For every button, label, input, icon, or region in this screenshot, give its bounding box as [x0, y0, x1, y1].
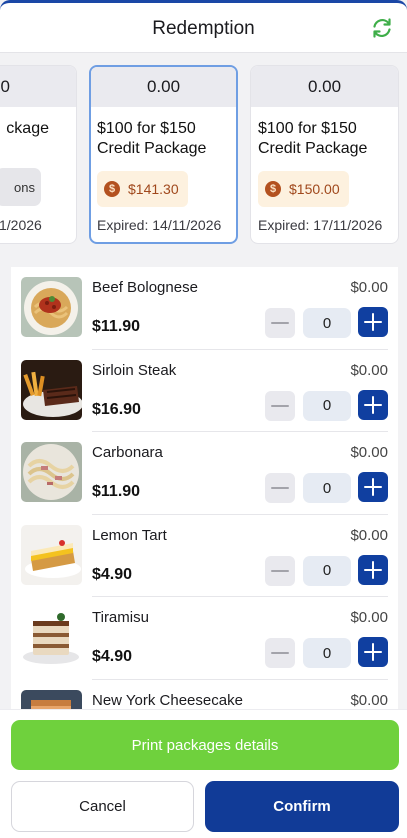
- list-item: New York Cheesecake $0.00: [11, 680, 398, 709]
- quantity-field[interactable]: 0: [303, 473, 351, 503]
- item-name: Carbonara: [92, 444, 163, 461]
- list-item: Beef Bolognese $11.90 $0.00 0: [11, 267, 398, 350]
- minus-icon: [271, 322, 289, 324]
- item-name: Sirloin Steak: [92, 361, 177, 379]
- sirloin-steak-photo: [21, 359, 82, 420]
- item-price: $11.90: [92, 318, 141, 335]
- package-card[interactable]: 0 ckage ons 1/2026: [0, 65, 77, 244]
- item-price: $11.90: [92, 483, 141, 500]
- item-name: Beef Bolognese: [92, 279, 198, 296]
- item-name: Lemon Tart: [92, 526, 167, 544]
- item-subtotal: $0.00: [350, 361, 388, 379]
- increase-quantity-button[interactable]: [358, 307, 388, 337]
- list-item: Lemon Tart $4.90 $0.00 0: [11, 515, 398, 597]
- confirm-button[interactable]: Confirm: [205, 781, 399, 832]
- decrease-quantity-button[interactable]: [265, 473, 295, 503]
- decrease-quantity-button[interactable]: [265, 638, 295, 668]
- package-balance: 0.00: [91, 67, 236, 107]
- increase-quantity-button[interactable]: [358, 389, 388, 420]
- package-card-selected[interactable]: 0.00 $100 for $150 Credit Package $ $141…: [89, 65, 238, 244]
- item-subtotal: $0.00: [350, 609, 388, 626]
- item-name: New York Cheesecake: [92, 691, 243, 709]
- package-price-value: $150.00: [289, 181, 340, 197]
- package-price-chip: ons: [0, 168, 41, 206]
- quantity-field[interactable]: 0: [303, 308, 351, 338]
- package-balance: 0: [0, 66, 76, 107]
- cancel-button[interactable]: Cancel: [11, 781, 194, 832]
- package-price: $ $141.30: [97, 171, 188, 207]
- action-footer: Print packages details Cancel Confirm: [0, 709, 407, 838]
- quantity-field[interactable]: 0: [303, 638, 351, 668]
- package-name: ckage: [6, 120, 49, 137]
- package-price: $ $150.00: [258, 171, 349, 207]
- increase-quantity-button[interactable]: [358, 554, 388, 585]
- package-price-value: $141.30: [128, 181, 179, 197]
- tiramisu-photo: [21, 607, 82, 667]
- package-carousel[interactable]: 0 ckage ons 1/2026 0.00 $100 for $150 Cr…: [0, 53, 407, 258]
- package-expiry: Expired: 17/11/2026: [258, 217, 383, 233]
- lemon-tart-photo: [21, 524, 82, 585]
- refresh-button[interactable]: [369, 15, 395, 41]
- page-title: Redemption: [152, 17, 255, 39]
- beef-bolognese-photo: [21, 277, 82, 337]
- package-expiry: Expired: 14/11/2026: [97, 217, 222, 233]
- package-card[interactable]: 0.00 $100 for $150 Credit Package $ $150…: [250, 65, 399, 244]
- app-header: Redemption: [0, 0, 407, 53]
- list-item: Sirloin Steak $16.90 $0.00 0: [11, 350, 398, 432]
- refresh-icon: [373, 18, 391, 38]
- item-subtotal: $0.00: [350, 526, 388, 544]
- package-name: $100 for $150 Credit Package: [97, 120, 207, 157]
- item-subtotal: $0.00: [350, 279, 388, 296]
- list-item: Tiramisu $4.90 $0.00 0: [11, 597, 398, 680]
- item-subtotal: $0.00: [350, 691, 388, 709]
- package-balance: 0.00: [251, 66, 398, 107]
- item-subtotal: $0.00: [350, 444, 388, 461]
- menu-item-list[interactable]: Beef Bolognese $11.90 $0.00 0 Sirloin St…: [11, 267, 398, 709]
- dollar-coin-icon: $: [104, 181, 120, 197]
- carbonara-photo: [21, 442, 82, 502]
- decrease-quantity-button[interactable]: [265, 308, 295, 338]
- quantity-field[interactable]: 0: [303, 390, 351, 421]
- cheesecake-photo: [21, 689, 82, 709]
- item-price: $16.90: [92, 400, 141, 418]
- dollar-coin-icon: $: [265, 181, 281, 197]
- increase-quantity-button[interactable]: [358, 637, 388, 667]
- increase-quantity-button[interactable]: [358, 472, 388, 502]
- item-price: $4.90: [92, 565, 133, 583]
- minus-icon: [271, 652, 289, 654]
- print-packages-button[interactable]: Print packages details: [11, 720, 399, 770]
- decrease-quantity-button[interactable]: [265, 555, 295, 586]
- minus-icon: [271, 487, 289, 489]
- minus-icon: [271, 569, 289, 572]
- package-expiry: 1/2026: [0, 217, 42, 233]
- item-name: Tiramisu: [92, 609, 149, 626]
- quantity-field[interactable]: 0: [303, 555, 351, 586]
- decrease-quantity-button[interactable]: [265, 390, 295, 421]
- package-name: $100 for $150 Credit Package: [258, 120, 368, 157]
- item-price: $4.90: [92, 648, 133, 665]
- minus-icon: [271, 404, 289, 407]
- list-item: Carbonara $11.90 $0.00 0: [11, 432, 398, 515]
